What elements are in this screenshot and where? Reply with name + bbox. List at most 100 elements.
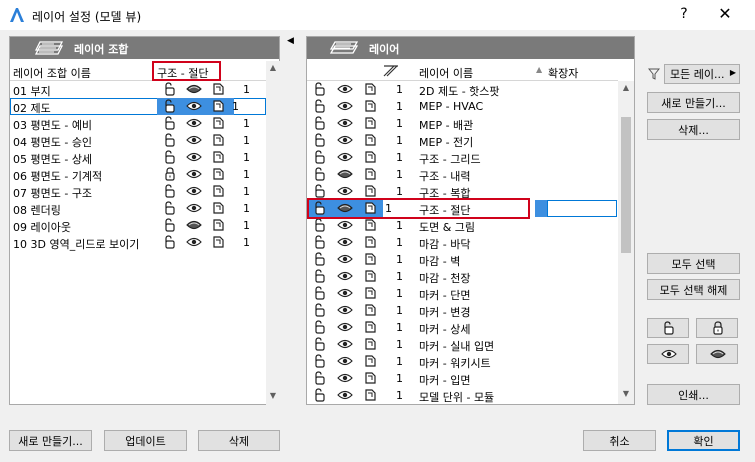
unlock-icon[interactable]	[313, 320, 329, 334]
eye-icon[interactable]	[337, 237, 353, 251]
eye-icon[interactable]	[337, 305, 353, 319]
eye-icon[interactable]	[186, 152, 202, 166]
wireframe-icon[interactable]	[211, 116, 227, 130]
combination-row[interactable]: 05 평면도 - 상세 1	[10, 149, 266, 166]
deselect-all-button[interactable]: 모두 선택 해제	[647, 279, 740, 300]
layer-row[interactable]: 1 마커 - 변경	[307, 302, 618, 319]
layers-scrollbar[interactable]: ▲ ▼	[618, 81, 634, 404]
eye-icon[interactable]	[186, 101, 202, 115]
layer-row[interactable]: 1 MEP - HVAC	[307, 98, 618, 115]
layer-row[interactable]: 1 MEP - 배관	[307, 115, 618, 132]
layer-row[interactable]: 1 모델 단위 - 모듈	[307, 387, 618, 404]
combination-row[interactable]: 03 평면도 - 예비 1	[10, 115, 266, 132]
unlock-icon[interactable]	[163, 82, 179, 96]
extension-column[interactable]: 확장자	[548, 65, 578, 81]
layer-row[interactable]: 1 마감 - 벽	[307, 251, 618, 268]
combination-row[interactable]: 04 평면도 - 승인 1	[10, 132, 266, 149]
eye-icon[interactable]	[337, 288, 353, 302]
combination-row[interactable]: 06 평면도 - 기계적 1	[10, 166, 266, 183]
wireframe-icon[interactable]	[363, 82, 379, 96]
solid-view-icon[interactable]	[186, 84, 202, 98]
eye-icon[interactable]	[186, 237, 202, 251]
unlock-icon[interactable]	[313, 337, 329, 351]
layer-row[interactable]: 1 마커 - 실내 입면	[307, 336, 618, 353]
eye-icon[interactable]	[337, 101, 353, 115]
unlock-icon[interactable]	[313, 82, 329, 96]
eye-icon[interactable]	[337, 118, 353, 132]
print-button[interactable]: 인쇄...	[647, 384, 740, 405]
wireframe-icon[interactable]	[211, 167, 227, 181]
unlock-icon[interactable]	[313, 167, 329, 181]
unlock-icon[interactable]	[163, 235, 179, 249]
wireframe-icon[interactable]	[363, 184, 379, 198]
delete-combination-button[interactable]: 삭제	[198, 430, 280, 451]
unlock-icon[interactable]	[313, 286, 329, 300]
cancel-button[interactable]: 취소	[583, 430, 656, 451]
wireframe-icon[interactable]	[211, 218, 227, 232]
hide-all-button[interactable]	[696, 344, 738, 364]
layer-name-column[interactable]: 레이어 이름	[419, 65, 473, 81]
layer-row[interactable]: 1 구조 - 내력	[307, 166, 618, 183]
new-combination-button[interactable]: 새로 만들기...	[9, 430, 92, 451]
combination-row[interactable]: 10 3D 영역_리드로 보이기 1	[10, 234, 266, 251]
eye-icon[interactable]	[337, 356, 353, 370]
unlock-all-button[interactable]	[647, 318, 689, 338]
unlock-icon[interactable]	[163, 184, 179, 198]
scroll-down-arrow-icon[interactable]: ▼	[265, 391, 281, 400]
layer-row[interactable]: 1 구조 - 그리드	[307, 149, 618, 166]
unlock-icon[interactable]	[163, 133, 179, 147]
collapse-arrow-icon[interactable]: ◀	[287, 36, 294, 46]
eye-icon[interactable]	[337, 373, 353, 387]
eye-icon[interactable]	[186, 118, 202, 132]
show-all-button[interactable]	[647, 344, 689, 364]
extension-edit-field[interactable]	[547, 200, 617, 217]
combination-row[interactable]: 09 레이아웃 1	[10, 217, 266, 234]
wireframe-icon[interactable]	[363, 167, 379, 181]
unlock-icon[interactable]	[163, 150, 179, 164]
combination-row[interactable]: 07 평면도 - 구조 1	[10, 183, 266, 200]
eye-icon[interactable]	[337, 84, 353, 98]
new-layer-button[interactable]: 새로 만들기...	[647, 92, 740, 113]
eye-icon[interactable]	[337, 152, 353, 166]
pen-column-icon[interactable]	[383, 65, 399, 77]
combinations-scrollbar[interactable]: ▲ ▼	[266, 61, 280, 405]
update-combination-button[interactable]: 업데이트	[104, 430, 187, 451]
unlock-icon[interactable]	[313, 269, 329, 283]
ok-button[interactable]: 확인	[667, 430, 740, 451]
combination-row[interactable]: 02 제도 1	[10, 98, 266, 115]
layer-row[interactable]: 1 MEP - 전기	[307, 132, 618, 149]
select-all-button[interactable]: 모두 선택	[647, 253, 740, 274]
wireframe-icon[interactable]	[363, 354, 379, 368]
layer-row[interactable]: 1 마감 - 바닥	[307, 234, 618, 251]
wireframe-icon[interactable]	[363, 286, 379, 300]
eye-icon[interactable]	[186, 169, 202, 183]
unlock-icon[interactable]	[313, 150, 329, 164]
solid-view-icon[interactable]	[186, 220, 202, 234]
wireframe-icon[interactable]	[211, 133, 227, 147]
unlock-icon[interactable]	[163, 218, 179, 232]
wireframe-icon[interactable]	[211, 82, 227, 96]
eye-icon[interactable]	[337, 254, 353, 268]
unlock-icon[interactable]	[313, 303, 329, 317]
wireframe-icon[interactable]	[211, 99, 227, 113]
unlock-icon[interactable]	[313, 99, 329, 113]
eye-icon[interactable]	[337, 220, 353, 234]
wireframe-icon[interactable]	[211, 201, 227, 215]
combination-row[interactable]: 01 부지 1	[10, 81, 266, 98]
combination-name-column[interactable]: 레이어 조합 이름	[13, 65, 91, 81]
unlock-icon[interactable]	[313, 252, 329, 266]
layer-row[interactable]: 1 마커 - 단면	[307, 285, 618, 302]
scrollbar-thumb[interactable]	[621, 117, 631, 253]
wireframe-icon[interactable]	[211, 150, 227, 164]
layer-row[interactable]: 1 도면 & 그림	[307, 217, 618, 234]
unlock-icon[interactable]	[313, 371, 329, 385]
eye-icon[interactable]	[186, 186, 202, 200]
unlock-icon[interactable]	[313, 133, 329, 147]
wireframe-icon[interactable]	[211, 235, 227, 249]
eye-icon[interactable]	[186, 203, 202, 217]
layer-row[interactable]: 1 마감 - 천장	[307, 268, 618, 285]
lock-icon[interactable]	[163, 167, 179, 181]
wireframe-icon[interactable]	[363, 116, 379, 130]
solid-view-icon[interactable]	[337, 169, 353, 183]
eye-icon[interactable]	[186, 135, 202, 149]
